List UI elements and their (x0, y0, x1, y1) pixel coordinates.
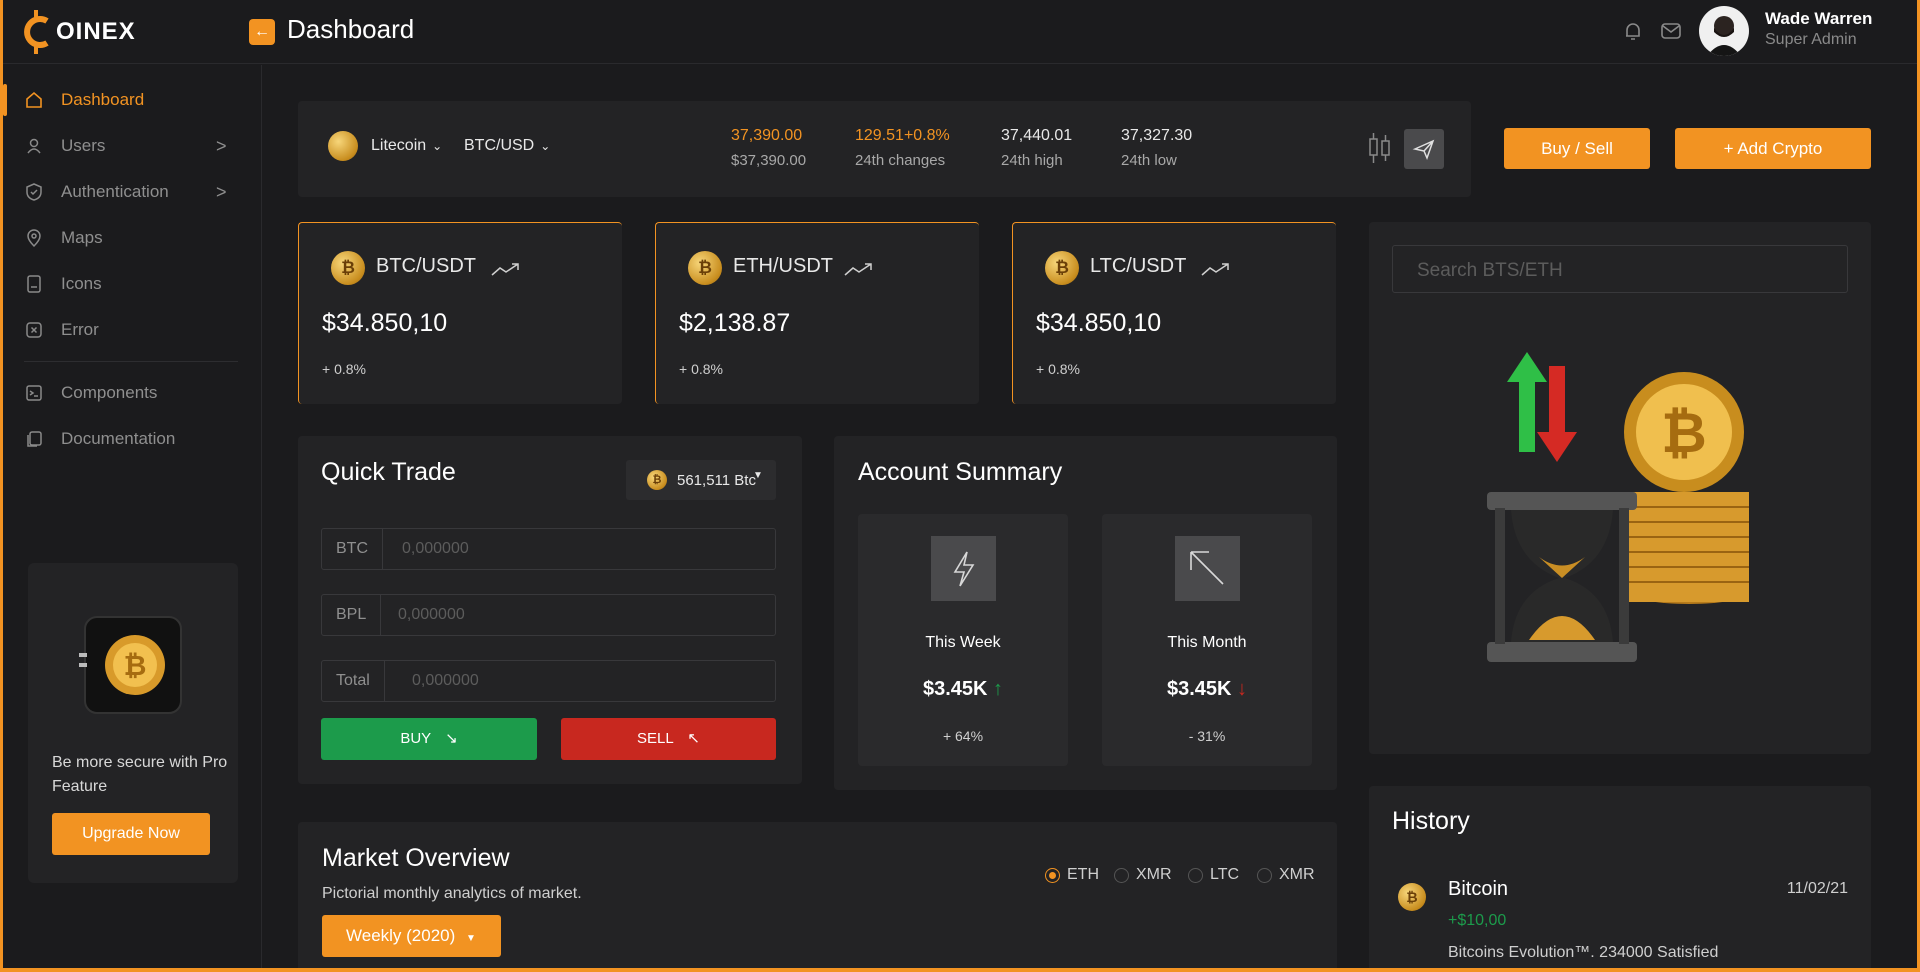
window-frame (0, 0, 1920, 972)
